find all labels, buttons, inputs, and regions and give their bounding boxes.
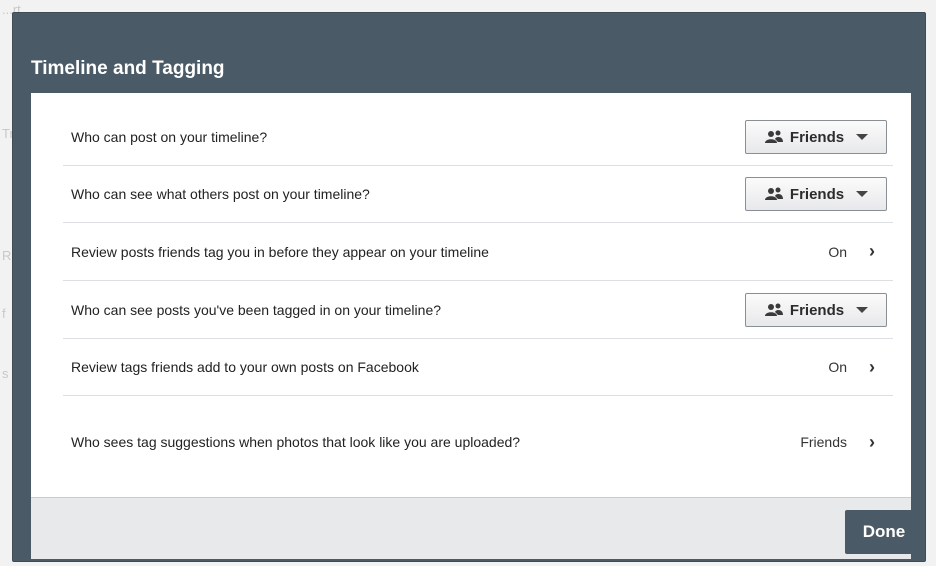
audience-dropdown[interactable]: Friends [745,293,887,327]
dialog-body: Who can post on your timeline? Friends W… [31,93,911,497]
done-button[interactable]: Done [845,510,923,554]
caret-down-icon [856,307,869,313]
friends-icon [764,187,784,201]
setting-label: Review tags friends add to your own post… [71,359,419,375]
dropdown-value: Friends [789,301,845,319]
setting-value: Friends [800,434,847,450]
review-posts-toggle-link[interactable]: On › [828,223,879,280]
setting-label: Who can see posts you've been tagged in … [71,301,442,318]
timeline-tagging-dialog: Timeline and Tagging Who can post on you… [12,12,926,562]
dropdown-value: Friends [789,185,845,203]
chevron-right-icon: › [869,356,875,377]
caret-down-icon [856,191,869,197]
dialog-title: Timeline and Tagging [31,58,225,79]
settings-row-see-others-posts: Who can see what others post on your tim… [63,166,893,223]
review-tags-toggle-link[interactable]: On › [828,339,879,395]
tag-suggestions-link[interactable]: Friends › [800,396,879,488]
friends-icon [764,303,784,317]
chevron-right-icon: › [869,431,875,452]
settings-row-review-posts: Review posts friends tag you in before t… [63,223,893,281]
settings-row-review-tags: Review tags friends add to your own post… [63,339,893,396]
setting-label: Who can see what others post on your tim… [71,186,370,202]
background-fragment: f [2,306,6,321]
background-fragment: R [2,248,12,263]
settings-row-post-timeline: Who can post on your timeline? Friends [63,108,893,166]
setting-label: Who can post on your timeline? [71,128,268,145]
settings-row-tagged-posts: Who can see posts you've been tagged in … [63,281,893,339]
setting-label: Who sees tag suggestions when photos tha… [71,434,521,450]
dropdown-value: Friends [789,128,845,146]
chevron-right-icon: › [869,241,875,261]
setting-value: On [828,243,847,260]
setting-value: On [828,359,847,375]
audience-dropdown[interactable]: Friends [745,177,887,211]
background-fragment: s [2,366,9,381]
settings-row-tag-suggestions: Who sees tag suggestions when photos tha… [63,396,893,488]
audience-dropdown[interactable]: Friends [745,120,887,154]
dialog-footer: Done [31,497,923,559]
setting-label: Review posts friends tag you in before t… [71,243,489,260]
friends-icon [764,130,784,144]
caret-down-icon [856,134,869,140]
